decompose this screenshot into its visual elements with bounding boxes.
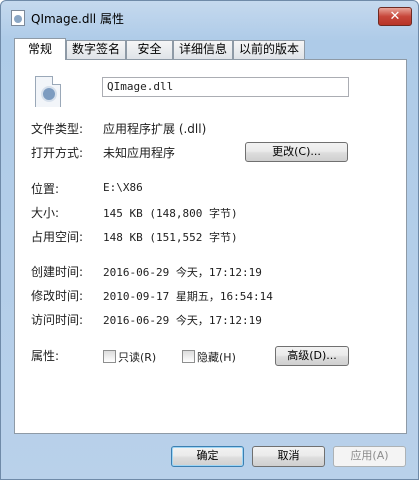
title-bar[interactable]: QImage.dll 属性 ✕ <box>1 1 418 33</box>
tab-strip: 常规 数字签名 安全 详细信息 以前的版本 <box>14 38 407 60</box>
readonly-checkbox-box[interactable] <box>103 350 116 363</box>
general-panel: QImage.dll 文件类型: 应用程序扩展 (.dll) 打开方式: 未知应… <box>14 59 407 434</box>
modified-value: 2010-09-17 星期五，16:54:14 <box>103 290 273 303</box>
created-label: 创建时间: <box>31 265 84 279</box>
apply-button[interactable]: 应用(A) <box>333 446 406 467</box>
cancel-button[interactable]: 取消 <box>252 446 325 467</box>
size-label: 大小: <box>31 206 60 220</box>
size-on-disk-label: 占用空间: <box>31 230 84 244</box>
close-icon: ✕ <box>389 9 401 24</box>
created-value: 2016-06-29 今天，17:12:19 <box>103 266 262 279</box>
separator <box>31 335 349 336</box>
hidden-checkbox[interactable]: 隐藏(H) <box>182 349 236 365</box>
tab-digital-signatures[interactable]: 数字签名 <box>66 40 126 59</box>
attributes-label: 属性: <box>31 349 60 363</box>
file-type-value: 应用程序扩展 (.dll) <box>103 122 207 136</box>
file-type-label: 文件类型: <box>31 122 84 136</box>
tab-details[interactable]: 详细信息 <box>173 40 233 59</box>
readonly-checkbox[interactable]: 只读(R) <box>103 349 156 365</box>
hidden-checkbox-box[interactable] <box>182 350 195 363</box>
size-value: 145 KB (148,800 字节) <box>103 207 238 220</box>
separator <box>31 107 349 108</box>
size-on-disk-value: 148 KB (151,552 字节) <box>103 231 238 244</box>
ok-button[interactable]: 确定 <box>171 446 244 467</box>
close-button[interactable]: ✕ <box>378 7 412 26</box>
tab-security[interactable]: 安全 <box>126 40 173 59</box>
separator <box>31 169 349 170</box>
tab-previous-versions[interactable]: 以前的版本 <box>233 40 305 59</box>
advanced-button[interactable]: 高级(D)... <box>275 346 349 366</box>
open-with-value: 未知应用程序 <box>103 146 176 160</box>
accessed-value: 2016-06-29 今天，17:12:19 <box>103 314 262 327</box>
open-with-label: 打开方式: <box>31 146 84 160</box>
properties-window: QImage.dll 属性 ✕ 常规 数字签名 安全 详细信息 以前的版本 QI… <box>0 0 419 480</box>
window-title: QImage.dll 属性 <box>31 12 124 26</box>
dll-gear-icon <box>35 76 61 108</box>
hidden-label: 隐藏(H) <box>197 351 236 364</box>
file-name-field[interactable]: QImage.dll <box>102 77 349 97</box>
dll-file-icon <box>11 10 25 26</box>
tab-general[interactable]: 常规 <box>14 38 66 60</box>
location-label: 位置: <box>31 182 60 196</box>
modified-label: 修改时间: <box>31 289 84 303</box>
accessed-label: 访问时间: <box>31 313 84 327</box>
location-value: E:\X86 <box>103 181 143 194</box>
separator <box>31 252 349 253</box>
readonly-label: 只读(R) <box>118 351 157 364</box>
change-button[interactable]: 更改(C)... <box>245 142 348 162</box>
